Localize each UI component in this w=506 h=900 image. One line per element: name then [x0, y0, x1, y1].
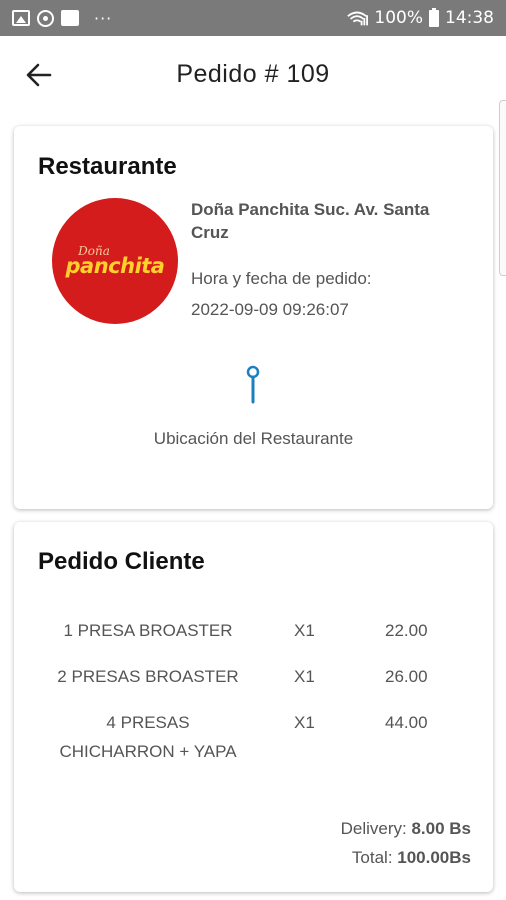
status-notifications: ··· [12, 9, 112, 28]
restaurant-name: Doña Panchita Suc. Av. Santa Cruz [191, 200, 430, 242]
total-label: Total: [351, 848, 398, 867]
logo-main-text: panchita [65, 254, 165, 278]
sync-icon [37, 9, 54, 27]
item-price: 26.00 [385, 667, 428, 686]
order-total: Total: 100.00Bs [352, 848, 471, 868]
status-time: 14:38 [445, 8, 494, 28]
item-price: 44.00 [385, 713, 428, 732]
order-time-label: Hora y fecha de pedido: [191, 269, 372, 288]
item-quantity: X1 [294, 667, 315, 686]
total-value: 100.00Bs [397, 848, 471, 867]
item-price: 22.00 [385, 621, 428, 640]
app-icon [61, 10, 79, 26]
scroll-handle[interactable] [499, 100, 506, 276]
delivery-value: 8.00 Bs [411, 819, 471, 838]
location-link[interactable]: Ubicación del Restaurante [14, 429, 493, 449]
item-name: 4 PRESAS CHICHARRON + YAPA [59, 713, 237, 761]
restaurant-logo: Doña panchita [52, 198, 178, 324]
app-bar: Pedido # 109 [0, 36, 506, 112]
order-heading: Pedido Cliente [38, 548, 205, 575]
gallery-icon [12, 10, 30, 26]
restaurant-heading: Restaurante [38, 153, 177, 180]
status-bar: ··· 100% 14:38 [0, 0, 506, 36]
item-name: 2 PRESAS BROASTER [57, 667, 239, 686]
item-name: 1 PRESA BROASTER [63, 621, 233, 640]
item-quantity: X1 [294, 713, 315, 732]
arrow-left-icon[interactable] [24, 60, 54, 90]
battery-icon [429, 7, 439, 27]
order-card: Pedido Cliente 1 PRESA BROASTER X1 22.00… [14, 522, 493, 892]
page-title: Pedido # 109 [176, 59, 330, 88]
map-pin-icon[interactable] [243, 364, 263, 404]
restaurant-card: Restaurante Doña panchita Doña Panchita … [14, 126, 493, 509]
battery-percent: 100% [374, 8, 423, 28]
order-time-value: 2022-09-09 09:26:07 [191, 300, 349, 319]
item-quantity: X1 [294, 621, 315, 640]
delivery-label: Delivery: [340, 819, 412, 838]
overflow-dots: ··· [94, 8, 113, 28]
delivery-fee: Delivery: 8.00 Bs [341, 819, 471, 839]
wifi-signal-icon [347, 11, 369, 26]
status-system: 100% 14:38 [346, 7, 494, 28]
